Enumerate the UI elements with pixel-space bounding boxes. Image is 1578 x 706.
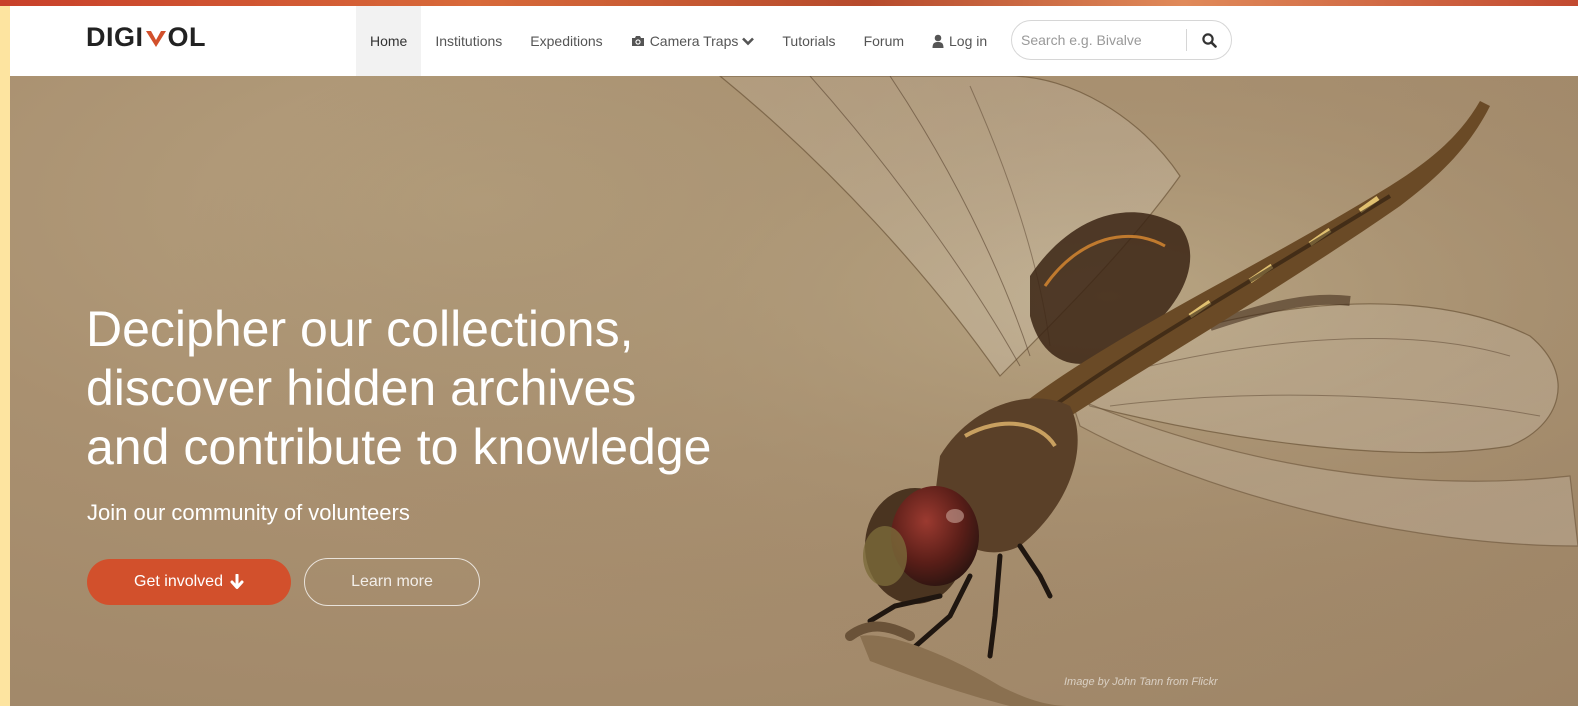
hero-banner: Decipher our collections, discover hidde… xyxy=(10,76,1578,706)
arrow-down-icon xyxy=(230,574,244,590)
image-credit: Image by John Tann from Flickr xyxy=(1064,676,1218,688)
nav-item-login[interactable]: Log in xyxy=(918,6,1001,76)
hero-subtitle: Join our community of volunteers xyxy=(87,500,410,525)
nav-item-home[interactable]: Home xyxy=(356,6,422,76)
nav-item-camera-traps[interactable]: Camera Traps xyxy=(617,6,769,76)
get-involved-button[interactable]: Get involved xyxy=(87,559,291,605)
learn-more-label: Learn more xyxy=(351,573,433,590)
camera-icon xyxy=(631,35,645,47)
search-icon xyxy=(1201,32,1217,48)
nav-item-expeditions[interactable]: Expeditions xyxy=(516,6,616,76)
nav-item-forum[interactable]: Forum xyxy=(850,6,918,76)
nav-item-label: Camera Traps xyxy=(649,33,739,49)
nav-item-institutions[interactable]: Institutions xyxy=(421,6,516,76)
user-icon xyxy=(932,34,944,48)
navbar: DIGI OL Home Institutions Expeditions Ca… xyxy=(10,6,1578,76)
search-box xyxy=(1011,20,1232,60)
hero-title-line-2: discover hidden archives xyxy=(86,360,637,416)
nav-item-label: Forum xyxy=(863,33,905,49)
logo-text-right: OL xyxy=(167,22,207,52)
logo[interactable]: DIGI OL xyxy=(86,22,206,53)
nav-item-label: Tutorials xyxy=(782,33,836,49)
learn-more-button[interactable]: Learn more xyxy=(304,558,480,606)
left-frame-border xyxy=(0,0,10,706)
nav-item-label: Expeditions xyxy=(530,33,603,49)
logo-text-left: DIGI xyxy=(86,22,144,52)
hero-title: Decipher our collections, discover hidde… xyxy=(86,300,846,477)
hero-title-line-3: and contribute to knowledge xyxy=(86,419,712,475)
get-involved-label: Get involved xyxy=(134,573,223,590)
hero-title-line-1: Decipher our collections, xyxy=(86,301,634,357)
nav-item-label: Institutions xyxy=(435,33,503,49)
search-input[interactable] xyxy=(1012,25,1186,55)
chevron-down-icon xyxy=(742,37,755,46)
logo-check-icon xyxy=(145,27,167,49)
main-nav: Home Institutions Expeditions Camera Tra… xyxy=(356,6,1001,76)
nav-item-tutorials[interactable]: Tutorials xyxy=(768,6,849,76)
nav-item-label: Home xyxy=(370,33,408,49)
search-button[interactable] xyxy=(1187,21,1231,59)
nav-item-label: Log in xyxy=(949,33,988,49)
